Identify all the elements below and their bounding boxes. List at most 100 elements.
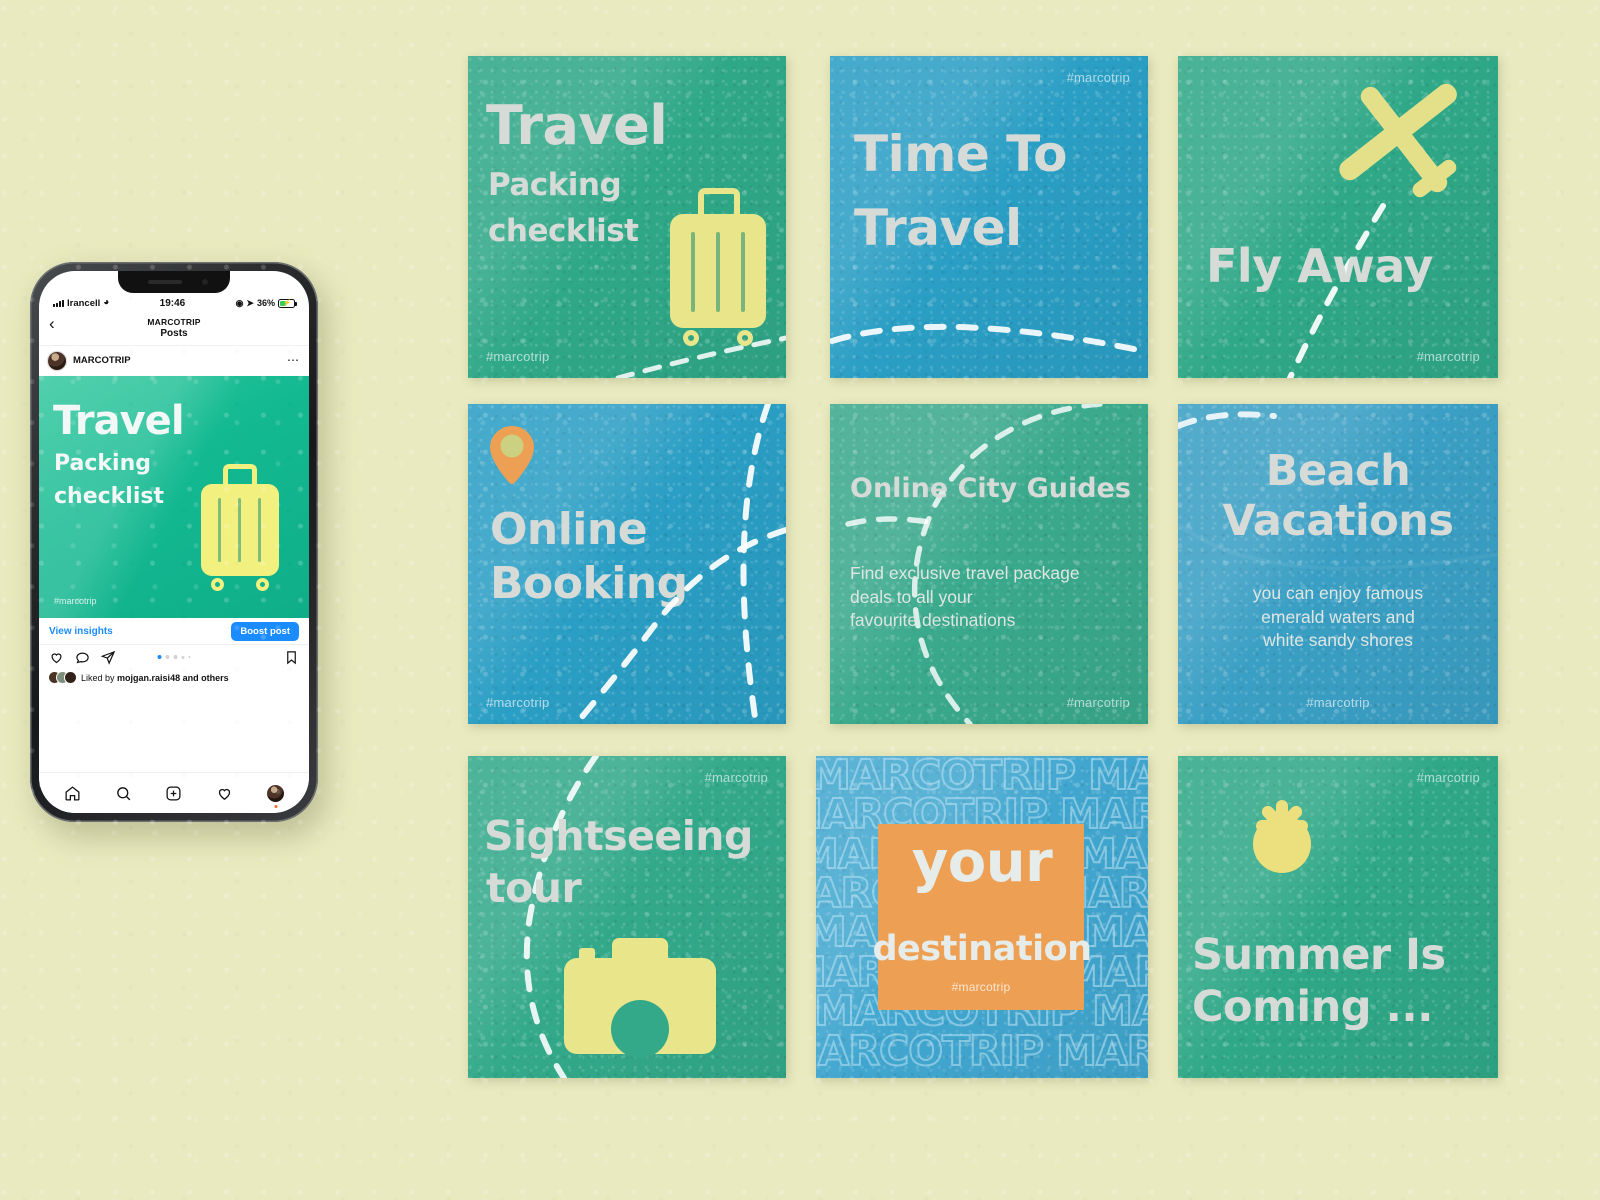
tile-hashtag: #marcotrip [1306,695,1370,710]
nav-titles: MARCOTRIP Posts [147,317,201,340]
post-header: MARCOTRIP ⋯ [39,346,309,376]
battery-percent-label: 36% [256,298,275,308]
tile-hashtag: #marcotrip [951,980,1011,994]
front-camera [202,279,208,285]
tile-fly-away[interactable]: Fly Away #marcotrip [1178,56,1498,378]
pattern-row: MARCOTRIP MARCOTRIP MARCOTRIP [816,1026,1148,1075]
comment-icon[interactable] [75,650,90,665]
post-actions [39,645,309,669]
tile-sightseeing-tour[interactable]: Sightseeing tour #marcotrip [468,756,786,1078]
likes-user[interactable]: mojgan.raisi48 [117,673,180,683]
tile-online-booking[interactable]: Online Booking #marcotrip [468,404,786,724]
likes-suffix[interactable]: and others [183,673,229,683]
phone-screen: Irancell ◕ 19:46 ◉ ➤ 36% ⚡ ‹ MARCOTRIP P… [39,271,309,813]
likes-row: Liked by mojgan.raisi48 and others [39,669,309,683]
tile-line-2: Coming ... [1192,982,1434,1032]
tile-body-line-2: deals to all your [850,586,973,607]
tile-hashtag: #marcotrip [1066,695,1130,710]
nav-screen-title: Posts [160,328,188,340]
status-bar: Irancell ◕ 19:46 ◉ ➤ 36% ⚡ [39,293,309,313]
likes-text[interactable]: Liked by mojgan.raisi48 and others [81,673,229,683]
home-icon[interactable] [64,785,81,802]
tile-time-to-travel[interactable]: Time To Travel #marcotrip [830,56,1148,378]
tile-line-2: destination [872,929,1092,969]
tile-hashtag: #marcotrip [486,695,550,710]
carousel-dots [157,655,191,659]
tile-line-1: Time To [854,125,1067,183]
airplane-icon [1339,83,1457,198]
earpiece-speaker [148,280,182,284]
back-chevron-icon[interactable]: ‹ [49,315,55,332]
profile-avatar[interactable] [267,784,285,808]
post-image-hashtag: #marcotrip [54,596,97,606]
tile-body-line-1: Find exclusive travel package [850,563,1080,583]
suitcase-icon [670,188,766,351]
tile-line-1: Sightseeing [484,812,753,860]
tile-hashtag: #marcotrip [1066,70,1130,85]
post-image-line2: Packing [54,451,152,476]
post-image-line3: checklist [54,484,164,509]
caption-preview[interactable] [39,683,309,694]
suitcase-icon [201,464,279,594]
boost-post-button[interactable]: Boost post [231,621,299,641]
tile-line-2: Booking [490,558,688,609]
tile-body-line-3: favourite destinations [850,610,1016,631]
ellipsis-icon[interactable]: ⋯ [287,354,300,366]
post-image-line1: Travel [53,398,185,444]
tile-body-line-3: white sandy shores [1263,630,1413,651]
map-pin-icon [490,426,534,484]
tile-line-2: Packing [488,167,622,203]
wifi-icon: ◕ [103,297,110,308]
tile-line-1: Beach [1265,446,1411,496]
add-post-icon[interactable] [165,785,182,802]
tile-line-3: checklist [488,213,639,249]
activity-icon[interactable] [216,785,233,802]
bookmark-icon[interactable] [284,650,299,665]
nav-account-name: MARCOTRIP [147,317,201,328]
heart-icon[interactable] [49,650,64,665]
tile-line-2: Travel [854,199,1022,257]
tile-line-1: Fly Away [1206,239,1433,293]
do-not-disturb-icon: ◉ [235,297,244,308]
tile-beach-vacations[interactable]: Beach Vacations you can enjoy famous eme… [1178,404,1498,724]
location-arrow-icon: ➤ [246,297,254,308]
tile-hashtag: #marcotrip [1416,770,1480,785]
search-icon[interactable] [115,785,132,802]
avatar[interactable] [48,351,66,370]
social-post-grid: Travel Packing checklist #marcotrip Time… [468,56,1508,1078]
tile-body-line-2: emerald waters and [1261,606,1415,627]
tile-travel-packing[interactable]: Travel Packing checklist #marcotrip [468,56,786,378]
post-image[interactable]: Travel Packing checklist #marcotrip [39,376,309,618]
insights-row: View insights Boost post [39,618,309,645]
share-icon[interactable] [101,650,116,665]
likes-prefix: Liked by [81,672,115,683]
tile-line-1: your [911,830,1053,895]
tile-body-text: you can enjoy famous emerald waters and … [1178,582,1498,653]
tile-line-1: Travel [486,94,668,157]
tile-body-line-1: you can enjoy famous [1252,583,1424,603]
status-bar-right: ◉ ➤ 36% ⚡ [235,297,297,309]
tile-line-1: Summer Is [1192,930,1446,980]
tile-hashtag: #marcotrip [1416,349,1480,364]
liker-avatars [49,672,76,683]
tile-summer-coming[interactable]: Summer Is Coming ... #marcotrip [1178,756,1498,1078]
sun-icon [1218,782,1348,910]
tile-line-2: tour [486,864,582,912]
status-bar-time: 19:46 [159,297,186,309]
bottom-tab-bar [39,772,309,813]
tile-line-1: Online City Guides [850,473,1131,504]
carrier-label: Irancell [67,297,101,309]
tile-your-destination[interactable]: MARCOTRIP MARCOTRIP MARCOTRIP MARCOTRIP … [816,756,1148,1078]
tile-body-text: Find exclusive travel package deals to a… [850,562,1140,633]
app-nav-header: ‹ MARCOTRIP Posts [39,313,309,346]
tile-hashtag: #marcotrip [704,770,768,785]
phone-body: Irancell ◕ 19:46 ◉ ➤ 36% ⚡ ‹ MARCOTRIP P… [30,262,318,822]
phone-mockup: Irancell ◕ 19:46 ◉ ➤ 36% ⚡ ‹ MARCOTRIP P… [30,262,328,838]
tile-online-city-guides[interactable]: Online City Guides Find exclusive travel… [830,404,1148,724]
post-username[interactable]: MARCOTRIP [73,355,280,366]
tile-line-2: Vacations [1222,496,1455,546]
signal-bars-icon [53,299,64,307]
view-insights-link[interactable]: View insights [49,626,113,637]
camera-icon [564,938,716,1058]
battery-icon: ⚡ [277,298,297,308]
